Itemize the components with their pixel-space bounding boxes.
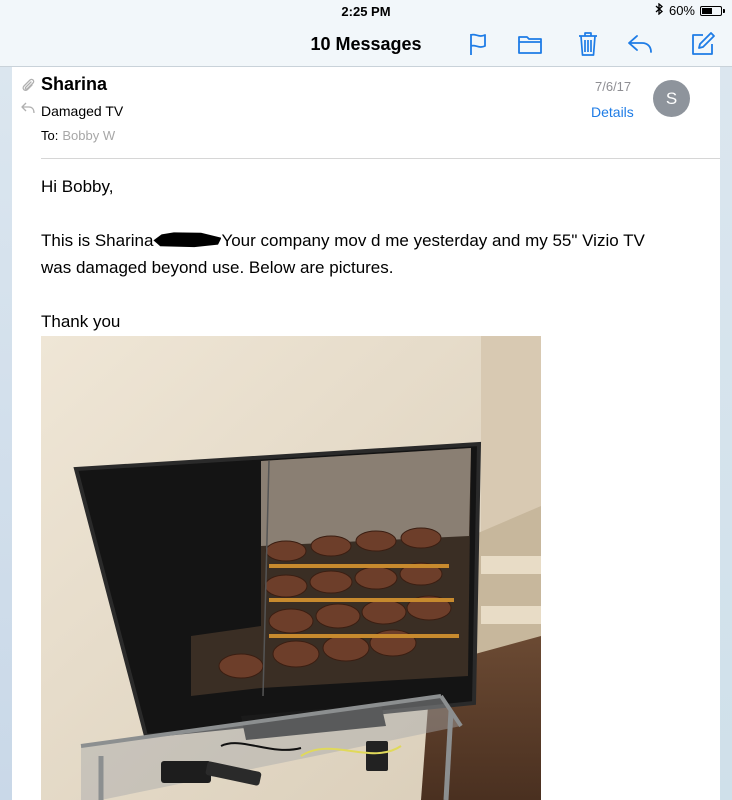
flag-icon[interactable] <box>464 30 492 58</box>
body-text-part2: Your company mov d me yesterday and my 5… <box>221 231 645 250</box>
sender-name: Sharina <box>41 74 108 94</box>
nav-title: 10 Messages <box>310 34 422 54</box>
signoff-text: Thank you <box>41 312 121 331</box>
trash-icon[interactable] <box>574 30 602 58</box>
compose-icon[interactable] <box>689 30 717 58</box>
header-divider <box>41 158 720 159</box>
attached-photo[interactable] <box>41 336 541 800</box>
greeting-text: Hi Bobby, <box>41 177 114 196</box>
message-view: Sharina Damaged TV To: Bobby W 7/6/17 Det… <box>12 67 720 800</box>
status-right: 60% <box>655 2 725 18</box>
status-time: 2:25 PM <box>341 4 391 19</box>
replied-icon <box>21 101 35 120</box>
right-edge <box>720 67 732 800</box>
reply-icon[interactable] <box>626 30 654 58</box>
nav-bar: 10 Messages <box>0 22 732 67</box>
left-edge <box>0 67 12 800</box>
avatar[interactable]: S <box>653 80 690 117</box>
recipient-row: To: Bobby W <box>41 128 115 143</box>
status-bar: 2:25 PM 60% <box>0 0 732 22</box>
battery-percent: 60% <box>668 3 695 18</box>
message-date: 7/6/17 <box>595 79 632 94</box>
body-text-part1: This is Sharina <box>41 231 154 250</box>
body-line-1: This is Sharina Your company mov d me yes… <box>41 227 645 254</box>
message-subject: Damaged TV <box>41 103 124 119</box>
attachment-icon <box>21 77 35 98</box>
recipient-name[interactable]: Bobby W <box>62 128 115 143</box>
redaction-mark <box>153 232 222 248</box>
folder-icon[interactable] <box>516 30 544 58</box>
battery-icon <box>700 5 725 16</box>
body-line-2: was damaged beyond use. Below are pictur… <box>41 258 394 277</box>
to-label: To: <box>41 128 59 143</box>
bluetooth-icon <box>655 2 664 18</box>
details-link[interactable]: Details <box>591 104 634 120</box>
